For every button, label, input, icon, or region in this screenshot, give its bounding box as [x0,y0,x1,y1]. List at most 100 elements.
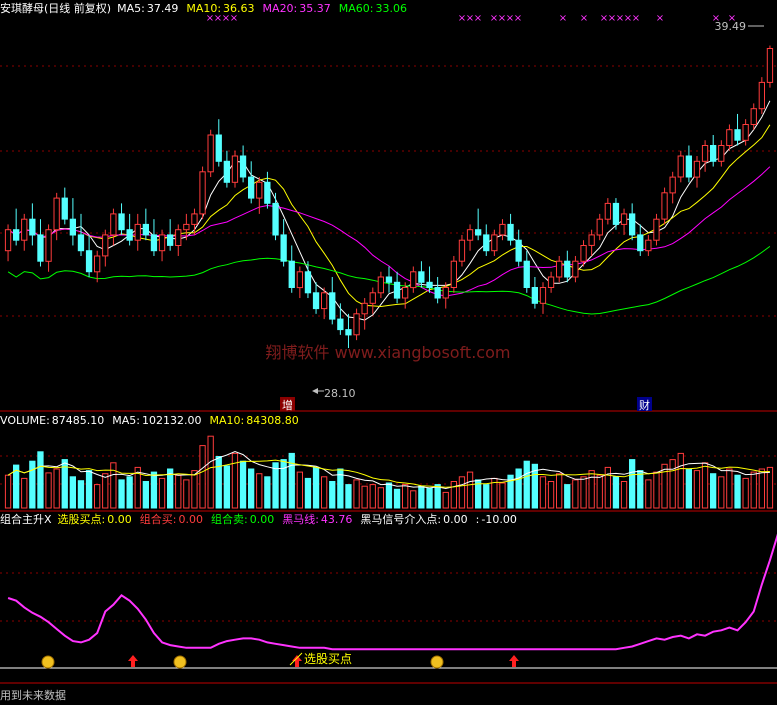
volume-bar [726,468,733,509]
chart-overlays: × × × × × × × × × × × × × × × × ×× × × ×39.4928.10翔博软件 www.… [0,13,764,702]
cross-marker: × [559,13,567,24]
volume-bar [102,473,109,509]
legend-label: : [476,513,480,526]
grid-lines [0,65,777,684]
candle [693,160,701,178]
volume-bar [718,476,725,509]
candle [637,234,644,252]
cross-marker: × [474,13,482,24]
volume-bar [418,485,425,509]
legend-value: 0.00 [250,513,275,526]
legend-value: 0.00 [443,513,468,526]
candle [110,213,117,236]
legend-label: VOLUME: [0,414,50,427]
volume-bar [231,452,239,509]
volume-bar [288,452,295,509]
volume-bar [434,484,441,509]
candle [45,229,52,262]
volume-bar [69,476,76,509]
legend-value: 43.76 [321,513,353,526]
candle [685,155,693,178]
volume-bar [248,468,255,509]
candle [321,292,328,310]
volume-bar [21,477,28,509]
volume-bar [183,479,190,509]
volume-bar [126,476,133,509]
high-price-label: 39.49 [715,20,747,33]
candle [466,229,474,241]
cross-marker: × [514,13,522,24]
legend-label: MA20: [263,2,298,15]
volume-bar [402,484,409,509]
candle [588,234,595,246]
candle [85,250,93,273]
candle [766,48,774,83]
volume-bar [393,488,401,509]
legend-label: 组合卖: [211,512,248,526]
candle [199,171,206,215]
indicator-pane: 选股买点 [7,533,777,669]
candle [491,234,498,252]
candle [523,260,530,289]
volume-bar [450,481,458,509]
candle [223,160,230,183]
volume-bar [191,470,198,509]
volume-bar [385,482,393,509]
candle [572,260,579,278]
candle [653,218,660,241]
legend-label: 组合买: [140,512,177,526]
candle [677,155,684,178]
candle [280,234,287,262]
volume-bar [596,474,603,509]
volume-bar [701,462,709,509]
candle [377,276,385,294]
candle [53,197,60,231]
candle [620,213,628,225]
volume-bar [556,473,563,509]
volume-bar [353,479,360,509]
candle [118,213,125,231]
candle [13,229,20,241]
candle [369,292,376,304]
volume-bar [426,488,433,509]
volume-bar [645,479,652,509]
legend-value: 87485.10 [52,414,105,427]
volume-bar [110,462,117,509]
candle [272,202,279,236]
volume-bar [118,479,125,509]
volume-bar [150,471,158,509]
candle [337,318,344,331]
volume-bar [45,472,52,509]
volume-bar [280,459,287,509]
legend-value: 37.49 [147,2,179,15]
legend-label: MA10: [210,414,245,427]
buy-arrow-icon [128,655,138,667]
volume-bar [661,463,668,509]
candle [629,213,636,236]
volume-bar [410,490,417,509]
volume-bar [223,465,230,509]
candle [499,223,506,236]
legend-label: MA5: [117,2,145,15]
candle [710,145,717,162]
candle [483,234,490,252]
volume-bar [742,477,749,509]
volume-bar [750,471,757,509]
money-bag-icon [173,655,187,669]
volume-bar [361,485,368,509]
candle [718,145,725,162]
volume-bar [85,470,93,509]
candle [418,271,425,283]
black-horse-line [7,533,777,651]
candle [215,134,222,162]
volume-bar [312,466,320,509]
volume-bar [483,484,490,509]
candle [564,260,571,278]
candle [450,260,458,289]
volume-bar [29,460,36,509]
volume-bars [4,435,774,509]
pane-title: 安琪酵母(日线 前复权) [0,1,111,15]
volume-bar [572,479,579,509]
footer-note: 用到未来数据 [0,688,66,702]
candle [750,108,757,125]
